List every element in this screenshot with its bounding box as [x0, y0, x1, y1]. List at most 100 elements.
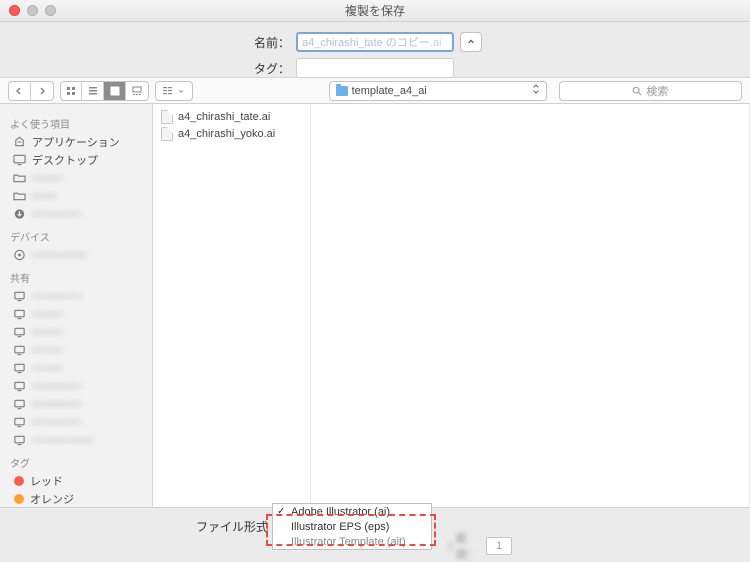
tag-dot-icon: [14, 494, 24, 504]
name-field[interactable]: a4_chirashi_tate のコピー.ai: [296, 32, 454, 52]
search-field[interactable]: 検索: [559, 81, 742, 101]
sidebar-item-label: ––––––––: [32, 380, 81, 392]
sidebar-item-b1[interactable]: –––––: [0, 169, 152, 187]
nav-back-forward: [8, 81, 54, 101]
sidebar-tag-orange[interactable]: オレンジ: [0, 490, 152, 507]
file-item[interactable]: a4_chirashi_yoko.ai: [153, 125, 310, 142]
sidebar-item-label: –––––: [32, 362, 63, 374]
maximize-button[interactable]: [45, 5, 56, 16]
main-area: よく使う項目 アプリケーションデスクトップ––––––––––––––––– デ…: [0, 104, 750, 507]
preview-column: [311, 104, 750, 507]
window-title: 複製を保存: [0, 2, 750, 19]
sidebar-item-b2[interactable]: ––––: [0, 187, 152, 205]
sidebar-item-label: –––––––––: [32, 249, 87, 261]
bottom-bar: ファイル形式 Adobe Illustrator (ai)Illustrator…: [0, 507, 750, 555]
folder-icon: [336, 86, 348, 96]
computer-icon: [12, 380, 26, 392]
folder-popup[interactable]: template_a4_ai: [329, 81, 547, 101]
computer-icon: [12, 362, 26, 374]
sidebar-item-shared[interactable]: –––––: [0, 323, 152, 341]
group-by-popup[interactable]: [155, 81, 193, 101]
toolbar: template_a4_ai 検索: [0, 78, 750, 104]
sidebar-item-downloads[interactable]: ––––––––: [0, 205, 152, 223]
sidebar-item-label: ––––: [32, 190, 56, 202]
sidebar-item-apps[interactable]: アプリケーション: [0, 133, 152, 151]
folder-name: template_a4_ai: [352, 85, 427, 97]
sidebar-item-label: レッド: [30, 473, 63, 489]
tag-label: タグ：: [0, 60, 296, 77]
view-mode-segment: [60, 81, 149, 101]
disk-icon: [12, 249, 26, 261]
icon-view-button[interactable]: [61, 82, 83, 100]
sidebar-item-label: –––––: [32, 344, 63, 356]
sidebar-item-device[interactable]: –––––––––: [0, 246, 152, 264]
format-label: ファイル形式: [0, 518, 270, 535]
column-view-button[interactable]: [104, 82, 126, 100]
sidebar-item-shared[interactable]: ––––––––: [0, 413, 152, 431]
sidebar-item-shared[interactable]: ––––––––: [0, 287, 152, 305]
computer-icon: [12, 308, 26, 320]
sidebar-item-shared[interactable]: –––––: [0, 305, 152, 323]
folder-icon: [12, 172, 26, 184]
close-button[interactable]: [9, 5, 20, 16]
sidebar-header-tags: タグ: [0, 449, 152, 472]
folder-icon: [12, 190, 26, 202]
artboard-radio[interactable]: 範囲：: [448, 540, 478, 552]
sidebar-header-shared: 共有: [0, 264, 152, 287]
sidebar-item-shared[interactable]: –––––: [0, 341, 152, 359]
tag-dot-icon: [14, 476, 24, 486]
format-option[interactable]: Adobe Illustrator (ai): [273, 504, 431, 519]
sidebar-item-shared[interactable]: ––––––––: [0, 377, 152, 395]
sidebar-item-shared[interactable]: –––––: [0, 359, 152, 377]
updown-icon: [532, 84, 540, 97]
file-column: a4_chirashi_tate.ai a4_chirashi_yoko.ai: [153, 104, 311, 507]
format-option[interactable]: Illustrator Template (ait): [273, 534, 431, 549]
computer-icon: [12, 290, 26, 302]
computer-icon: [12, 344, 26, 356]
sidebar: よく使う項目 アプリケーションデスクトップ––––––––––––––––– デ…: [0, 104, 153, 507]
sidebar-header-favorites: よく使う項目: [0, 110, 152, 133]
file-name: a4_chirashi_tate.ai: [178, 111, 270, 123]
sidebar-item-shared[interactable]: ––––––––––: [0, 431, 152, 449]
sidebar-item-label: –––––: [32, 308, 63, 320]
sidebar-item-label: オレンジ: [30, 491, 74, 507]
gallery-view-button[interactable]: [126, 82, 148, 100]
sidebar-item-shared[interactable]: ––––––––: [0, 395, 152, 413]
list-view-button[interactable]: [82, 82, 104, 100]
downloads-icon: [12, 208, 26, 220]
collapse-toggle[interactable]: [460, 32, 482, 52]
titlebar: 複製を保存: [0, 0, 750, 22]
format-option[interactable]: Illustrator EPS (eps): [273, 519, 431, 534]
forward-button[interactable]: [31, 82, 53, 100]
sidebar-tag-red[interactable]: レッド: [0, 472, 152, 490]
file-name: a4_chirashi_yoko.ai: [178, 128, 275, 140]
sidebar-item-label: デスクトップ: [32, 152, 98, 168]
sidebar-item-label: ––––––––: [32, 290, 81, 302]
computer-icon: [12, 398, 26, 410]
minimize-button[interactable]: [27, 5, 38, 16]
sidebar-item-label: ––––––––: [32, 416, 81, 428]
file-icon: [161, 110, 173, 124]
sidebar-item-label: ––––––––: [32, 398, 81, 410]
file-item[interactable]: a4_chirashi_tate.ai: [153, 108, 310, 125]
format-dropdown[interactable]: Adobe Illustrator (ai)Illustrator EPS (e…: [272, 503, 432, 550]
sidebar-item-desktop[interactable]: デスクトップ: [0, 151, 152, 169]
file-icon: [161, 127, 173, 141]
sidebar-item-label: –––––: [32, 172, 63, 184]
sidebar-item-label: ––––––––: [32, 208, 81, 220]
traffic-lights: [0, 5, 56, 16]
sidebar-item-label: ––––––––––: [32, 434, 93, 446]
search-icon: [632, 86, 642, 96]
desktop-icon: [12, 154, 26, 166]
tag-field[interactable]: [296, 58, 454, 78]
back-button[interactable]: [9, 82, 31, 100]
computer-icon: [12, 434, 26, 446]
sidebar-header-devices: デバイス: [0, 223, 152, 246]
computer-icon: [12, 416, 26, 428]
sidebar-item-label: –––––: [32, 326, 63, 338]
save-form: 名前： a4_chirashi_tate のコピー.ai タグ：: [0, 22, 750, 78]
apps-icon: [12, 136, 26, 148]
sidebar-item-label: アプリケーション: [32, 134, 120, 150]
computer-icon: [12, 326, 26, 338]
artboard-number[interactable]: 1: [486, 537, 512, 555]
